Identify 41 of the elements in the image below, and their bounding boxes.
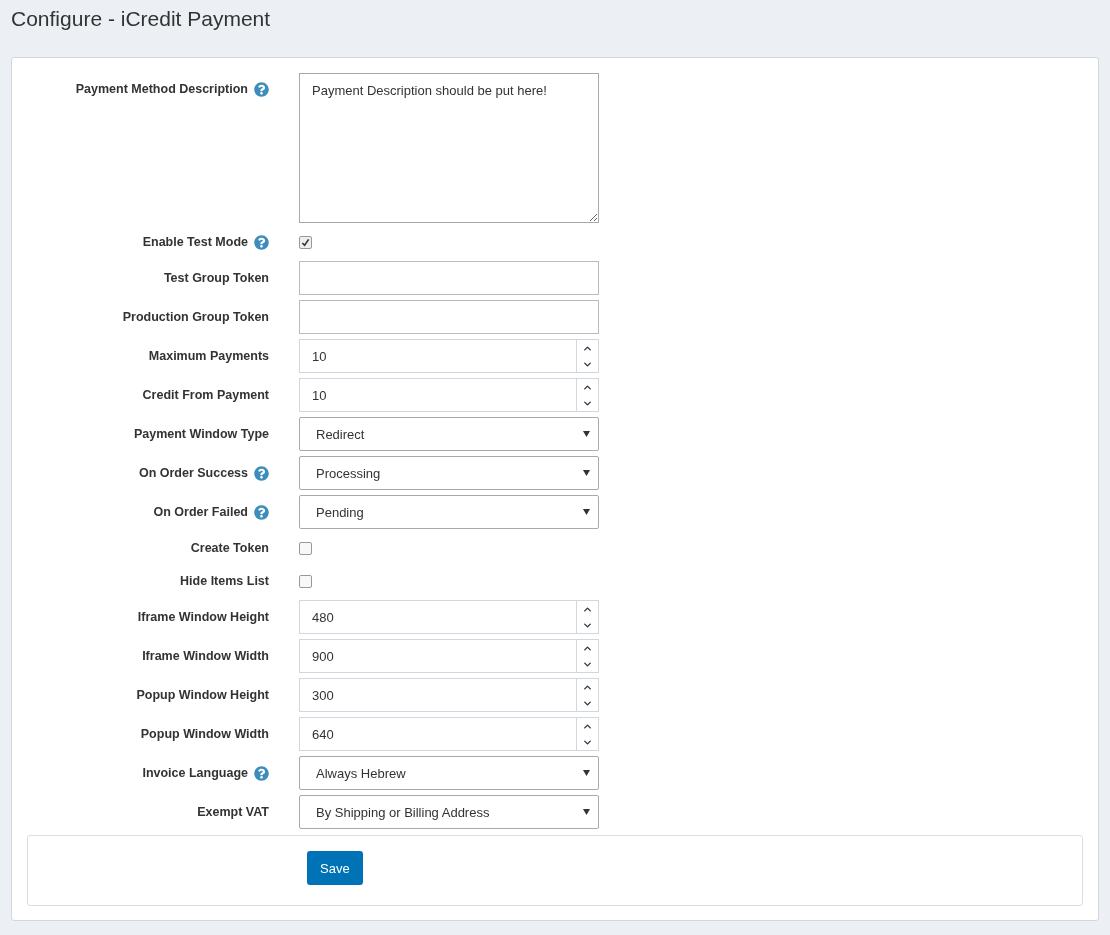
checkbox[interactable]	[299, 574, 312, 588]
field-label: Enable Test Mode	[142, 235, 248, 249]
help-icon[interactable]	[254, 504, 269, 520]
select-dropdown[interactable]: By Shipping or Billing Address	[299, 795, 599, 829]
caret-icon	[583, 809, 590, 815]
save-button[interactable]: Save	[307, 851, 363, 885]
select-dropdown[interactable]: Pending	[299, 495, 599, 529]
field-label: Hide Items List	[180, 574, 269, 588]
field-label: Iframe Window Height	[137, 610, 269, 624]
field-label: Invoice Language	[142, 766, 248, 780]
field-label: Payment Method Description	[75, 82, 248, 96]
field-label: Exempt VAT	[197, 805, 269, 819]
field-label: Maximum Payments	[148, 349, 269, 363]
checkbox[interactable]	[299, 235, 312, 249]
field-label: Production Group Token	[122, 310, 269, 324]
help-icon[interactable]	[254, 82, 269, 97]
caret-icon	[583, 509, 590, 515]
caret-icon	[583, 431, 590, 437]
field-label: Popup Window Height	[136, 688, 269, 702]
help-icon[interactable]	[254, 765, 269, 781]
field-label: Popup Window Width	[140, 727, 269, 741]
text-field[interactable]	[299, 300, 599, 334]
checkbox[interactable]	[299, 541, 312, 555]
help-icon[interactable]	[254, 465, 269, 481]
field-label: On Order Success	[138, 466, 248, 480]
help-icon[interactable]	[254, 234, 269, 250]
field-label: Create Token	[190, 541, 269, 555]
text-field[interactable]	[299, 261, 599, 295]
field-label: Test Group Token	[163, 271, 269, 285]
select-dropdown[interactable]: Redirect	[299, 417, 599, 451]
select-dropdown[interactable]: Always Hebrew	[299, 756, 599, 790]
checkmark-icon	[301, 237, 310, 247]
page-title: Configure - iCredit Payment	[11, 6, 272, 32]
field-label: Credit From Payment	[142, 388, 269, 402]
caret-icon	[583, 770, 590, 776]
description-field[interactable]: Payment Description should be put here!	[299, 73, 599, 223]
caret-icon	[583, 470, 590, 476]
field-label: Iframe Window Width	[142, 649, 269, 663]
field-label: On Order Failed	[153, 505, 248, 519]
field-label: Payment Window Type	[133, 427, 269, 441]
select-dropdown[interactable]: Processing	[299, 456, 599, 490]
